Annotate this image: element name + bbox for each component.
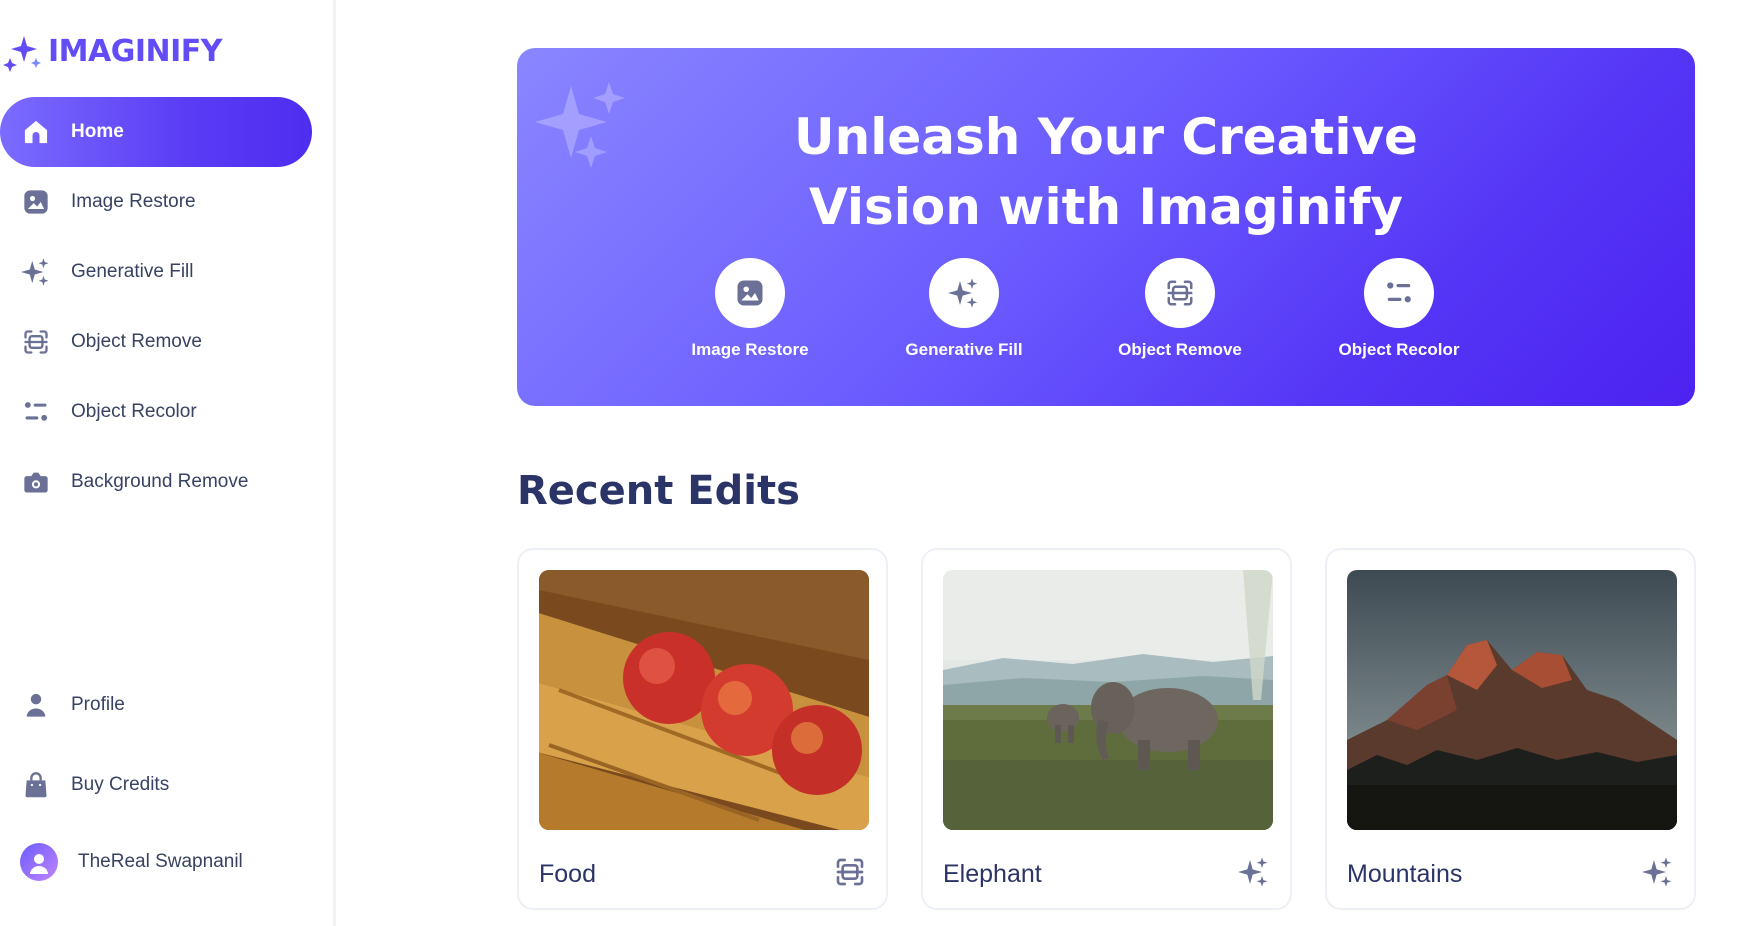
hero-tool-circle[interactable] [1145, 258, 1215, 328]
image-icon [21, 187, 51, 217]
sidebar-item-background-remove[interactable]: Background Remove [0, 447, 312, 517]
camera-icon [21, 467, 51, 497]
sparkle-logo-icon [3, 36, 41, 72]
mountains-photo [1347, 570, 1677, 830]
hero-title: Unleash Your Creative Vision with Imagin… [517, 102, 1695, 242]
user-name: TheReal Swapnanil [78, 851, 243, 872]
stars-icon [1238, 857, 1268, 887]
sidebar-item-label: Object Remove [71, 331, 202, 352]
hero-tool-label: Generative Fill [905, 340, 1023, 359]
scan-icon [1167, 280, 1193, 306]
sidebar-item-object-remove[interactable]: Object Remove [0, 307, 312, 377]
hero-tool-label: Object Remove [1118, 340, 1242, 359]
image-icon [737, 280, 763, 306]
sidebar-bottom-nav: Profile Buy Credits [0, 665, 312, 825]
sidebar-item-image-restore[interactable]: Image Restore [0, 167, 312, 237]
stars-icon [948, 278, 978, 308]
hero-tool-label: Object Recolor [1338, 340, 1460, 359]
avatar[interactable] [20, 843, 58, 881]
user-profile[interactable]: TheReal Swapnanil [20, 843, 243, 881]
card-title: Elephant [943, 860, 1042, 888]
sidebar-item-label: Image Restore [71, 191, 196, 212]
sidebar-item-label: Home [71, 121, 124, 142]
elephant-photo [943, 570, 1273, 830]
hero-tool-label: Image Restore [691, 340, 809, 359]
sidebar: IMAGINIFY Home Image Restore Generative … [0, 0, 336, 926]
stars-icon [1642, 857, 1672, 887]
hero-tool-object-remove[interactable]: Object Remove [1095, 258, 1265, 360]
home-icon [21, 117, 51, 147]
sidebar-item-label: Object Recolor [71, 401, 197, 422]
recent-edit-card-food[interactable]: Food [517, 548, 888, 910]
filter-icon [1387, 282, 1411, 303]
card-image-elephant[interactable] [943, 570, 1273, 830]
card-image-food[interactable] [539, 570, 869, 830]
card-title: Food [539, 860, 596, 888]
brand-logo[interactable]: IMAGINIFY [2, 30, 223, 72]
sidebar-item-label: Background Remove [71, 471, 249, 492]
hero-tool-image-restore[interactable]: Image Restore [665, 258, 835, 360]
sidebar-item-label: Generative Fill [71, 261, 194, 282]
card-image-mountains[interactable] [1347, 570, 1677, 830]
sidebar-nav: Home Image Restore Generative Fill Objec… [0, 97, 312, 517]
sidebar-item-home[interactable]: Home [0, 97, 312, 167]
hero-tool-generative-fill[interactable]: Generative Fill [879, 258, 1049, 360]
scan-icon [836, 858, 864, 886]
hero-tool-circle[interactable] [715, 258, 785, 328]
stars-icon [21, 257, 51, 287]
sidebar-item-buy-credits[interactable]: Buy Credits [0, 745, 312, 825]
hero-banner: Unleash Your Creative Vision with Imagin… [517, 48, 1695, 406]
recent-edit-card-mountains[interactable]: Mountains [1325, 548, 1696, 910]
recent-edits-title: Recent Edits [517, 468, 800, 514]
hero-tool-object-recolor[interactable]: Object Recolor [1314, 258, 1484, 360]
hero-title-line2: Vision with Imaginify [809, 178, 1403, 236]
hero-title-line1: Unleash Your Creative [794, 108, 1418, 166]
sidebar-item-label: Profile [71, 694, 125, 715]
avatar-user-icon [30, 854, 48, 874]
hero-tool-circle[interactable] [1364, 258, 1434, 328]
sidebar-item-label: Buy Credits [71, 774, 170, 795]
user-icon [21, 690, 51, 720]
sidebar-item-generative-fill[interactable]: Generative Fill [0, 237, 312, 307]
food-photo [539, 570, 869, 830]
card-title: Mountains [1347, 860, 1463, 888]
scan-icon [21, 327, 51, 357]
filter-icon [21, 397, 51, 427]
sidebar-item-profile[interactable]: Profile [0, 665, 312, 745]
brand-name: IMAGINIFY [48, 33, 223, 69]
sidebar-item-object-recolor[interactable]: Object Recolor [0, 377, 312, 447]
recent-edit-card-elephant[interactable]: Elephant [921, 548, 1292, 910]
hero-tool-circle[interactable] [929, 258, 999, 328]
bag-icon [21, 770, 51, 800]
